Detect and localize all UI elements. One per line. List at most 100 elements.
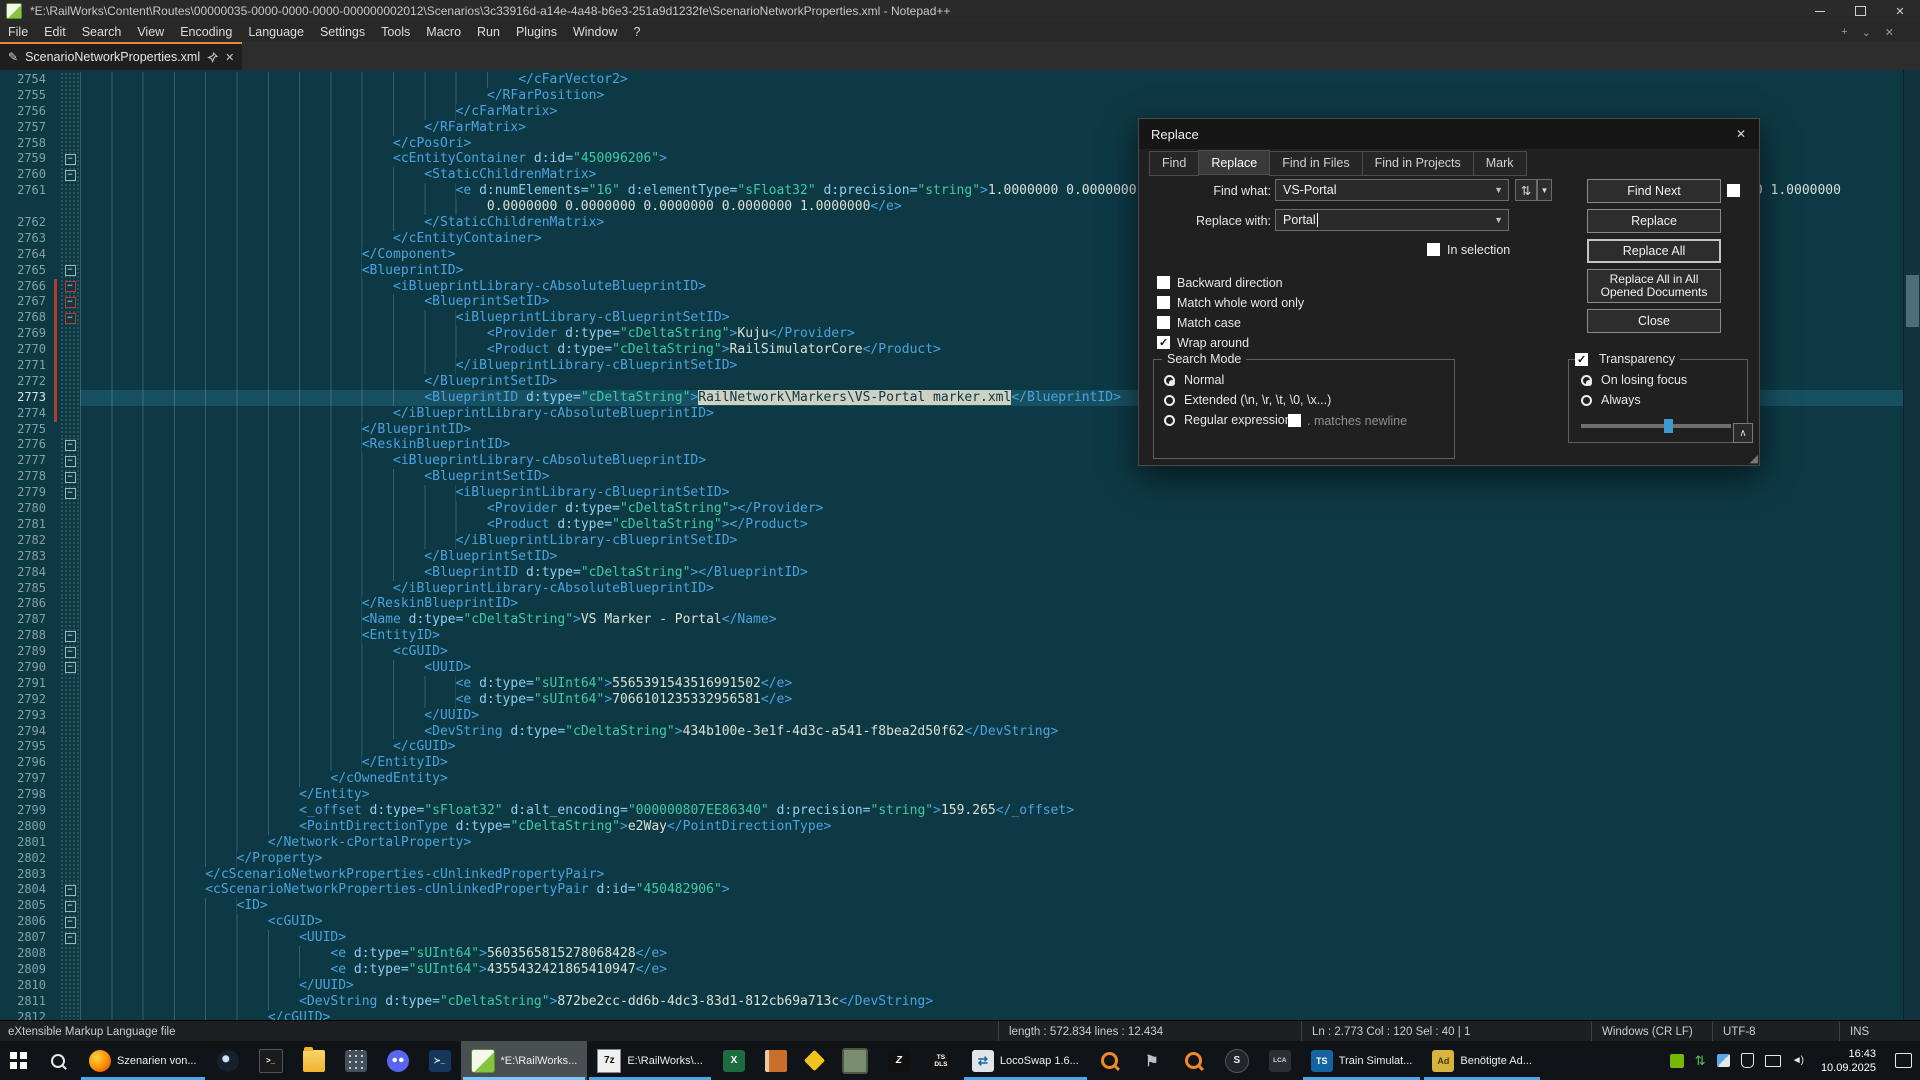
code-line[interactable]: 2800<PointDirectionType d:type="cDeltaSt…	[0, 819, 1920, 835]
menubar-icon[interactable]: ⌄	[1862, 26, 1871, 39]
code-line[interactable]: 2795</cGUID>	[0, 739, 1920, 755]
menu-encoding[interactable]: Encoding	[172, 23, 240, 41]
find-next-button[interactable]: Find Next	[1587, 179, 1721, 203]
taskbar-start-button[interactable]	[0, 1041, 37, 1080]
taskbar-excel-button[interactable]: X	[713, 1041, 755, 1080]
menu-macro[interactable]: Macro	[418, 23, 469, 41]
code-line[interactable]: 2797</cOwnedEntity>	[0, 771, 1920, 787]
two-buttons-mode-checkbox[interactable]	[1727, 184, 1740, 197]
resize-grip-icon[interactable]: ◢	[1750, 452, 1758, 465]
fold-marker-icon[interactable]: −	[65, 488, 76, 499]
menu-tools[interactable]: Tools	[373, 23, 418, 41]
menu-edit[interactable]: Edit	[36, 23, 74, 41]
always-radio[interactable]	[1581, 395, 1592, 406]
fold-marker-icon[interactable]: −	[65, 313, 76, 324]
tab-find-in-files[interactable]: Find in Files	[1269, 151, 1362, 176]
taskbar-explorer-button[interactable]	[293, 1041, 335, 1080]
code-line[interactable]: 2806−<cGUID>	[0, 914, 1920, 930]
fold-marker-icon[interactable]: −	[65, 440, 76, 451]
taskbar-firefox-button[interactable]: Szenarien von...	[79, 1041, 207, 1080]
transparency-checkbox[interactable]	[1575, 353, 1588, 366]
code-line[interactable]: 2801</Network-cPortalProperty>	[0, 835, 1920, 851]
fold-marker-icon[interactable]: −	[65, 265, 76, 276]
taskbar-lca-button[interactable]: LCA	[1259, 1041, 1301, 1080]
taskbar-discord-button[interactable]	[377, 1041, 419, 1080]
taskbar-scircle-button[interactable]: S	[1215, 1041, 1259, 1080]
swap-dropdown-icon[interactable]: ▼	[1537, 179, 1552, 201]
replace-with-input[interactable]: Portal ▼	[1275, 209, 1509, 231]
transparency-slider[interactable]	[1581, 424, 1731, 428]
fold-marker-icon[interactable]: −	[65, 662, 76, 673]
pin-icon[interactable]	[207, 52, 218, 63]
tray-nvidia-icon[interactable]	[1670, 1054, 1684, 1068]
taskbar-trainsim-button[interactable]: TSTrain Simulat...	[1301, 1041, 1423, 1080]
fold-marker-icon[interactable]: −	[65, 917, 76, 928]
fold-marker-icon[interactable]: −	[65, 456, 76, 467]
taskbar-powershell-button[interactable]: ≻_	[419, 1041, 461, 1080]
code-line[interactable]: 2794<DevString d:type="cDeltaString">434…	[0, 724, 1920, 740]
code-line[interactable]: 2787<Name d:type="cDeltaString">VS Marke…	[0, 612, 1920, 628]
code-line[interactable]: 2793</UUID>	[0, 708, 1920, 724]
code-line[interactable]: 2778−<BlueprintSetID>	[0, 469, 1920, 485]
taskbar-adobe-button[interactable]: AdBenötigte Ad...	[1422, 1041, 1542, 1080]
taskbar-search-orange-button[interactable]	[1089, 1041, 1131, 1080]
code-line[interactable]: 2791<e d:type="sUInt64">5565391543516991…	[0, 676, 1920, 692]
tray-volume-icon[interactable]: ◄)	[1792, 1055, 1803, 1066]
taskbar-7zip-button[interactable]: 7zE:\RailWorks\...	[587, 1041, 713, 1080]
code-line[interactable]: 2792<e d:type="sUInt64">7066101235332956…	[0, 692, 1920, 708]
code-line[interactable]: 2780<Provider d:type="cDeltaString"></Pr…	[0, 501, 1920, 517]
status-eol-format[interactable]: Windows (CR LF)	[1591, 1021, 1712, 1042]
code-line[interactable]: 2808<e d:type="sUInt64">5603565815278068…	[0, 946, 1920, 962]
minimize-button[interactable]	[1800, 0, 1840, 22]
fold-marker-icon[interactable]: −	[65, 154, 76, 165]
taskbar-tsdls-button[interactable]: TS DLS	[920, 1041, 962, 1080]
tab-find-in-projects[interactable]: Find in Projects	[1362, 151, 1474, 176]
tray-display-icon[interactable]	[1765, 1055, 1781, 1067]
replace-all-opened-docs-button[interactable]: Replace All in All Opened Documents	[1587, 269, 1721, 303]
in-selection-checkbox[interactable]	[1427, 243, 1440, 256]
close-button[interactable]: ✕	[1880, 0, 1920, 22]
code-line[interactable]: 2754</cFarVector2>	[0, 72, 1920, 88]
taskbar-calculator-button[interactable]	[335, 1041, 377, 1080]
dot-matches-newline-checkbox[interactable]	[1288, 414, 1301, 427]
fold-marker-icon[interactable]: −	[65, 281, 76, 292]
tab-find[interactable]: Find	[1149, 151, 1199, 176]
code-line[interactable]: 2782</iBlueprintLibrary-cBlueprintSetID>	[0, 533, 1920, 549]
code-line[interactable]: 2779−<iBlueprintLibrary-cBlueprintSetID>	[0, 485, 1920, 501]
code-line[interactable]: 2798</Entity>	[0, 787, 1920, 803]
menu-plugins[interactable]: Plugins	[508, 23, 565, 41]
taskbar-search-button[interactable]	[37, 1041, 79, 1080]
taskbar-locoswap-button[interactable]: ⇄LocoSwap 1.6...	[962, 1041, 1089, 1080]
on-losing-focus-radio[interactable]	[1581, 375, 1592, 386]
search-mode-normal-radio[interactable]	[1164, 375, 1175, 386]
tray-color-icon[interactable]	[1717, 1054, 1730, 1067]
search-mode-regex-radio[interactable]	[1164, 415, 1175, 426]
action-center-button[interactable]	[1886, 1041, 1920, 1080]
dialog-collapse-button[interactable]: ∧	[1733, 423, 1753, 443]
code-line[interactable]: 2781<Product d:type="cDeltaString"></Pro…	[0, 517, 1920, 533]
dialog-close-button[interactable]: ✕	[1723, 119, 1759, 149]
code-line[interactable]: 2790−<UUID>	[0, 660, 1920, 676]
code-line[interactable]: 2811<DevString d:type="cDeltaString">872…	[0, 994, 1920, 1010]
fold-marker-icon[interactable]: −	[65, 297, 76, 308]
status-cursor-position[interactable]: Ln : 2.773 Col : 120 Sel : 40 | 1	[1301, 1021, 1591, 1042]
code-line[interactable]: 2796</EntityID>	[0, 755, 1920, 771]
code-line[interactable]: 2809<e d:type="sUInt64">4355432421865410…	[0, 962, 1920, 978]
chevron-down-icon[interactable]: ▼	[1494, 215, 1503, 225]
taskbar-chip-button[interactable]	[832, 1041, 878, 1080]
dialog-titlebar[interactable]: Replace	[1139, 119, 1759, 149]
wrap-around-checkbox[interactable]	[1157, 336, 1170, 349]
code-line[interactable]: 2810</UUID>	[0, 978, 1920, 994]
code-line[interactable]: 2812</cGUID>	[0, 1010, 1920, 1020]
menubar-icon[interactable]: ✕	[1885, 26, 1894, 39]
code-line[interactable]: 2802</Property>	[0, 851, 1920, 867]
menu-view[interactable]: View	[129, 23, 172, 41]
code-line[interactable]: 2755</RFarPosition>	[0, 88, 1920, 104]
scrollbar-thumb[interactable]	[1906, 275, 1919, 327]
code-line[interactable]: 2799<_offset d:type="sFloat32" d:alt_enc…	[0, 803, 1920, 819]
taskbar-diamond-button[interactable]	[797, 1041, 832, 1080]
menu-window[interactable]: Window	[565, 23, 625, 41]
taskbar-search-orange2-button[interactable]	[1173, 1041, 1215, 1080]
code-line[interactable]: 2788−<EntityID>	[0, 628, 1920, 644]
taskbar-book-button[interactable]	[755, 1041, 797, 1080]
